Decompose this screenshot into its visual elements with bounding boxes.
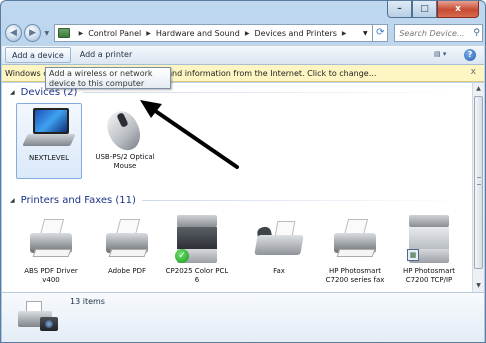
forward-button[interactable]: ▶ (24, 24, 42, 42)
chevron-right-icon[interactable]: ▶ (245, 30, 250, 37)
printer-tile-photosmart-tcpip[interactable]: ▦ HP Photosmart C7200 TCP/IP (396, 213, 462, 285)
breadcrumb-control-panel[interactable]: Control Panel (88, 29, 141, 38)
group-divider (141, 200, 466, 201)
tooltip: Add a wireless or network device to this… (45, 67, 171, 89)
printer-label: CP2025 Color PCL 6 (165, 267, 229, 284)
minimize-button[interactable]: – (387, 1, 412, 18)
caption-buttons: – □ x (387, 1, 479, 18)
scroll-down-icon[interactable]: ▼ (473, 280, 484, 292)
control-panel-icon (57, 28, 70, 38)
fax-icon (252, 219, 306, 265)
recent-pages-dropdown[interactable]: ▼ (43, 30, 51, 37)
back-button[interactable]: ◀ (5, 24, 23, 42)
devices-and-printers-icon (16, 299, 60, 337)
item-count: 13 items (70, 297, 105, 306)
device-label: NEXTLEVEL (28, 154, 70, 162)
printer-tile-cp2025[interactable]: ✓ CP2025 Color PCL 6 (164, 213, 230, 285)
command-bar: Add a device Add a printer ▤ ▾ ? (2, 45, 484, 65)
printer-tile-fax[interactable]: Fax (246, 219, 312, 276)
group-divider (83, 92, 466, 93)
breadcrumb-hardware-and-sound[interactable]: Hardware and Sound (156, 29, 240, 38)
add-device-button[interactable]: Add a device (5, 47, 71, 63)
chevron-right-icon[interactable]: ▶ (342, 30, 347, 37)
collapse-triangle-icon[interactable]: ◢ (10, 197, 15, 204)
address-dropdown-icon[interactable]: ▼ (358, 30, 372, 37)
scroll-up-icon[interactable]: ▲ (473, 83, 484, 95)
printer-label: ABS PDF Driver v400 (24, 267, 78, 284)
back-arrow-icon: ◀ (10, 28, 17, 38)
device-tile-nextlevel[interactable]: NEXTLEVEL (16, 103, 82, 179)
help-icon[interactable]: ? (464, 49, 476, 61)
address-bar[interactable]: ▶ Control Panel ▶ Hardware and Sound ▶ D… (53, 24, 374, 42)
printer-tile-adobe-pdf[interactable]: Adobe PDF (94, 219, 160, 276)
collapse-triangle-icon[interactable]: ◢ (10, 89, 15, 96)
multifunction-printer-icon: ✓ (175, 213, 219, 265)
chevron-right-icon[interactable]: ▶ (146, 30, 151, 37)
printer-label: HP Photosmart C7200 series fax (325, 267, 385, 284)
printers-group-title: Printers and Faxes (11) (20, 195, 136, 206)
network-badge-icon: ▦ (407, 249, 419, 261)
printer-label: Fax (273, 267, 285, 275)
scrollbar-thumb[interactable] (474, 96, 483, 269)
refresh-icon: ⟳ (376, 27, 385, 38)
printers-group-header[interactable]: ◢ Printers and Faxes (11) (10, 195, 466, 206)
search-box[interactable]: ⚲ (394, 24, 483, 42)
printer-tile-abs-pdf[interactable]: ABS PDF Driver v400 (18, 219, 84, 285)
refresh-button[interactable]: ⟳ (373, 24, 389, 42)
printer-icon (102, 219, 152, 265)
search-input[interactable] (399, 28, 474, 38)
printer-icon (330, 219, 380, 265)
forward-arrow-icon: ▶ (29, 28, 36, 38)
search-icon[interactable]: ⚲ (473, 28, 480, 38)
printer-label: Adobe PDF (107, 267, 146, 275)
mouse-icon (101, 106, 149, 156)
laptop-icon (22, 108, 76, 152)
devices-content-pane: ◢ Devices (2) NEXTLEVEL USB-PS/2 Optical… (2, 83, 472, 292)
explorer-window: – □ x ◀ ▶ ▼ ▶ Control Panel ▶ Hardware a… (0, 0, 486, 343)
multifunction-printer-icon: ▦ (407, 213, 451, 265)
details-pane: 13 items (2, 292, 484, 342)
device-tile-mouse[interactable]: USB-PS/2 Optical Mouse (92, 103, 158, 179)
device-label: USB-PS/2 Optical Mouse (95, 153, 155, 170)
breadcrumb-devices-and-printers[interactable]: Devices and Printers (254, 29, 336, 38)
navigation-row: ◀ ▶ ▼ ▶ Control Panel ▶ Hardware and Sou… (5, 23, 483, 43)
change-view-icon[interactable]: ▤ ▾ (434, 50, 452, 60)
close-button[interactable]: x (437, 1, 479, 18)
info-bar-close-icon[interactable]: x (471, 67, 476, 77)
chevron-right-icon[interactable]: ▶ (79, 30, 84, 37)
printer-label: HP Photosmart C7200 TCP/IP (402, 267, 456, 284)
maximize-button[interactable]: □ (412, 1, 437, 18)
printer-tile-photosmart-fax[interactable]: HP Photosmart C7200 series fax (322, 219, 388, 285)
default-printer-check-icon: ✓ (175, 249, 189, 263)
add-printer-button[interactable]: Add a printer (74, 47, 138, 63)
printer-icon (26, 219, 76, 265)
vertical-scrollbar[interactable]: ▲ ▼ (472, 83, 484, 292)
